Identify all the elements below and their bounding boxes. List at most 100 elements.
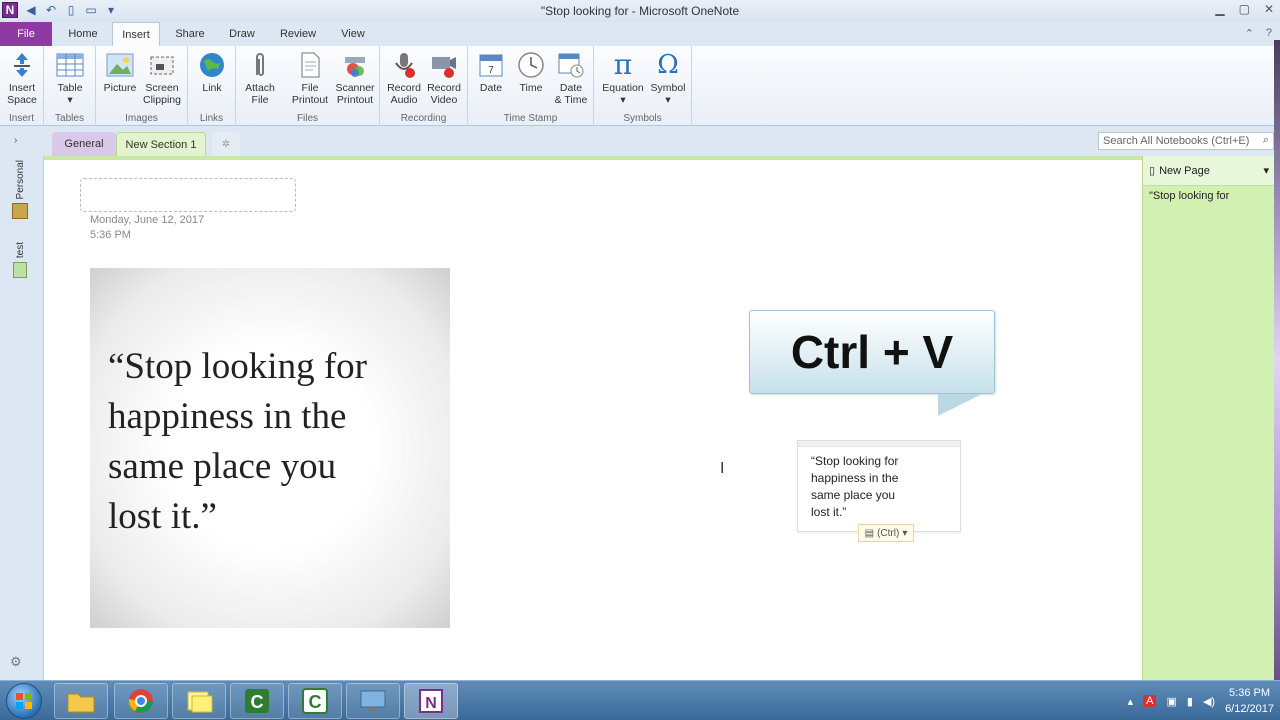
taskbar-remote-desktop[interactable]: [346, 683, 400, 719]
group-images: Picture Screen Clipping Images: [96, 46, 188, 126]
tab-insert[interactable]: Insert: [112, 22, 160, 46]
attach-file-label-2: File: [251, 94, 269, 106]
notebook-options-icon[interactable]: ⚙: [10, 654, 22, 670]
page-canvas[interactable]: Monday, June 12, 2017 5:36 PM “Stop look…: [44, 156, 1142, 680]
table-button[interactable]: Table ▾: [52, 50, 88, 106]
video-camera-icon: [430, 50, 458, 80]
paste-options-dropdown-icon: ▾: [902, 527, 908, 539]
svg-text:N: N: [425, 695, 437, 712]
date-and-time-button[interactable]: Date & Time: [552, 50, 590, 106]
quote-image[interactable]: “Stop looking for happiness in the same …: [90, 268, 450, 628]
insert-space-button[interactable]: Insert Space: [4, 50, 40, 106]
picture-button[interactable]: Picture: [100, 50, 140, 94]
notebook-test-label: test: [14, 242, 26, 259]
equation-button[interactable]: π Equation ▾: [598, 50, 648, 107]
volume-icon[interactable]: ◀): [1203, 695, 1215, 708]
new-page-button[interactable]: ▯ New Page ▾: [1149, 164, 1269, 178]
search-placeholder: Search All Notebooks (Ctrl+E): [1103, 135, 1250, 147]
minimize-ribbon-icon[interactable]: ⌃: [1245, 27, 1254, 40]
windows-logo-icon: [16, 693, 32, 709]
record-audio-label-1: Record: [387, 82, 421, 94]
record-audio-button[interactable]: Record Audio: [384, 50, 424, 106]
tab-review[interactable]: Review: [272, 22, 324, 46]
record-video-label-1: Record: [427, 82, 461, 94]
paste-options-label: (Ctrl): [877, 527, 900, 539]
record-audio-label-2: Audio: [390, 94, 418, 106]
callout-bubble: Ctrl + V: [749, 310, 995, 394]
record-video-button[interactable]: Record Video: [424, 50, 464, 106]
title-bar: N ◀ ↶ ▯ ▭ ▾ "Stop looking for - Microsof…: [0, 0, 1280, 22]
help-icon[interactable]: ?: [1266, 27, 1272, 40]
search-notebooks-input[interactable]: Search All Notebooks (Ctrl+E) ⌕: [1098, 132, 1274, 150]
tab-view[interactable]: View: [330, 22, 376, 46]
date-time-label-1: Date: [559, 82, 583, 94]
system-tray: ▴ A ▣ ▮ ◀) 5:36 PM 6/12/2017: [1128, 685, 1274, 717]
paste-options-button[interactable]: ▤ (Ctrl) ▾: [858, 524, 914, 542]
taskbar-camtasia-studio[interactable]: C: [288, 683, 342, 719]
maximize-icon[interactable]: ▢: [1239, 2, 1250, 16]
note-container[interactable]: “Stop looking for happiness in the same …: [797, 440, 961, 532]
taskbar: C C N ▴ A ▣ ▮ ◀) 5:36 PM 6/12/2017: [0, 680, 1280, 720]
notebook-personal-icon: [12, 203, 28, 220]
group-label-symbols: Symbols: [623, 113, 662, 124]
taskbar-clock[interactable]: 5:36 PM 6/12/2017: [1225, 685, 1274, 717]
taskbar-chrome[interactable]: [114, 683, 168, 719]
scanner-printout-button[interactable]: Scanner Printout: [332, 50, 378, 106]
symbol-button[interactable]: Ω Symbol ▾: [648, 50, 688, 106]
taskbar-sticky-notes[interactable]: [172, 683, 226, 719]
table-icon: [56, 50, 84, 80]
link-button[interactable]: Link: [194, 50, 230, 94]
svg-text:C: C: [309, 692, 322, 712]
new-page-icon: ▯: [1149, 165, 1156, 177]
notebook-pane: Personal test ⚙: [0, 156, 44, 680]
group-label-links: Links: [199, 113, 224, 124]
tab-home[interactable]: Home: [60, 22, 106, 46]
tab-draw[interactable]: Draw: [220, 22, 264, 46]
quote-image-line: “Stop looking for: [108, 346, 367, 387]
page-time: 5:36 PM: [90, 229, 131, 241]
new-page-dropdown-icon[interactable]: ▾: [1263, 164, 1269, 177]
note-text[interactable]: “Stop looking for happiness in the same …: [798, 447, 918, 521]
tab-file[interactable]: File: [0, 22, 52, 46]
network-icon[interactable]: ▮: [1187, 695, 1193, 708]
paperclip-icon: [246, 50, 274, 80]
show-hidden-icons-icon[interactable]: ▴: [1128, 695, 1134, 708]
file-printout-label-1: File: [301, 82, 319, 94]
scanner-printout-label-2: Printout: [336, 94, 374, 106]
taskbar-file-explorer[interactable]: [54, 683, 108, 719]
screen-clipping-label-1: Screen: [145, 82, 179, 94]
equation-label: Equation: [602, 82, 644, 94]
taskbar-onenote[interactable]: N: [404, 683, 458, 719]
search-icon[interactable]: ⌕: [1263, 134, 1269, 147]
group-label-recording: Recording: [400, 113, 447, 124]
add-section-button[interactable]: ✲: [212, 132, 240, 156]
time-button[interactable]: Time: [512, 50, 550, 94]
quote-image-line: same place you: [108, 446, 337, 487]
adobe-icon[interactable]: A: [1143, 695, 1157, 707]
desktop-edge: [1274, 40, 1280, 680]
close-icon[interactable]: ✕: [1264, 2, 1274, 16]
date-button[interactable]: 7 Date: [472, 50, 510, 94]
group-tables: Table ▾ Tables: [44, 46, 96, 126]
page-list-item[interactable]: "Stop looking for: [1149, 190, 1229, 202]
group-label-insert: Insert: [8, 113, 34, 124]
start-button[interactable]: [6, 683, 42, 719]
taskbar-camtasia-recorder[interactable]: C: [230, 683, 284, 719]
section-tab-row: › General New Section 1 ✲ Search All Not…: [0, 126, 1280, 156]
screen-clipping-button[interactable]: Screen Clipping: [140, 50, 184, 106]
omega-icon: Ω: [657, 50, 679, 80]
minimize-icon[interactable]: ▁: [1215, 2, 1224, 16]
tab-share[interactable]: Share: [166, 22, 214, 46]
notebook-test[interactable]: test: [6, 242, 34, 279]
expand-navigation-icon[interactable]: ›: [14, 135, 17, 146]
monitor-icon: [360, 690, 386, 711]
file-printout-button[interactable]: File Printout: [286, 50, 334, 106]
folder-icon: [67, 693, 95, 713]
usb-device-icon[interactable]: ▣: [1166, 695, 1176, 708]
section-tab-new-section-1[interactable]: New Section 1: [116, 132, 206, 156]
attach-file-button[interactable]: Attach File: [240, 50, 280, 106]
section-tab-general[interactable]: General: [52, 132, 116, 156]
group-label-time-stamp: Time Stamp: [503, 113, 558, 124]
page-title-input[interactable]: [80, 178, 296, 212]
notebook-personal[interactable]: Personal: [6, 160, 34, 220]
